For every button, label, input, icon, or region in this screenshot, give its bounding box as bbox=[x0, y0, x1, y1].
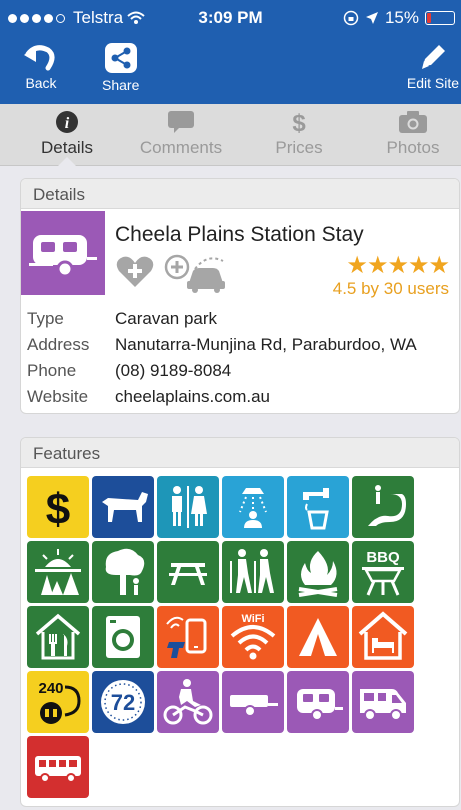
hiking-icon[interactable] bbox=[222, 541, 284, 603]
features-header: Features bbox=[21, 438, 459, 468]
motorhome-icon[interactable] bbox=[352, 671, 414, 733]
shade-tree-icon[interactable] bbox=[92, 541, 154, 603]
battery-percent: 15% bbox=[384, 8, 419, 27]
svg-text:$: $ bbox=[292, 110, 306, 134]
trailer-icon[interactable] bbox=[222, 671, 284, 733]
favourite-heart-icon[interactable] bbox=[115, 255, 155, 289]
wifi-icon-label: WiFi bbox=[241, 613, 264, 625]
bbq-icon[interactable]: BBQ bbox=[352, 541, 414, 603]
site-name: Cheela Plains Station Stay bbox=[115, 223, 364, 246]
detail-row-website[interactable]: Website cheelaplains.com.au bbox=[27, 387, 417, 413]
tab-prices-label: Prices bbox=[275, 138, 323, 157]
tab-comments-label: Comments bbox=[139, 138, 223, 157]
svg-text:$: $ bbox=[46, 485, 70, 532]
rating-stars: ★★★★★ bbox=[346, 252, 450, 279]
rating-text: 4.5 by 30 users bbox=[332, 279, 449, 298]
bbq-icon-label: BBQ bbox=[366, 549, 400, 566]
tab-bar: i Details Comments $ Prices Photos bbox=[0, 104, 461, 166]
detail-key: Address bbox=[27, 335, 90, 354]
detail-value[interactable]: (08) 9189-8084 bbox=[115, 361, 231, 387]
motorbike-icon[interactable] bbox=[157, 671, 219, 733]
tent-icon[interactable] bbox=[287, 606, 349, 668]
dollar-icon: $ bbox=[292, 110, 306, 134]
dollar-fee-icon[interactable]: $ bbox=[27, 476, 89, 538]
features-card: Features $ BBQ WiFi 240 72 bbox=[20, 437, 460, 807]
picnic-table-icon[interactable] bbox=[157, 541, 219, 603]
wifi-icon[interactable]: WiFi bbox=[222, 606, 284, 668]
detail-key: Type bbox=[27, 309, 64, 328]
back-button[interactable]: Back bbox=[22, 42, 60, 91]
details-card: Details Cheela Plains Station Stay ★★★★★… bbox=[20, 178, 460, 414]
detail-value[interactable]: cheelaplains.com.au bbox=[115, 387, 270, 413]
telstra-phone-icon[interactable] bbox=[157, 606, 219, 668]
max-stay-72-icon[interactable]: 72 bbox=[92, 671, 154, 733]
share-label: Share bbox=[102, 77, 140, 93]
camera-icon bbox=[399, 111, 427, 133]
tab-details[interactable]: i Details bbox=[12, 110, 122, 158]
location-icon bbox=[365, 12, 378, 24]
max-stay-72-icon-label: 72 bbox=[111, 690, 135, 715]
edit-site-label: Edit Site bbox=[406, 75, 459, 91]
details-rows: Type Caravan park Address Nanutarra-Munjin… bbox=[27, 309, 417, 413]
nav-bar: Back Share Edit Site bbox=[0, 38, 461, 102]
details-header: Details bbox=[21, 179, 459, 209]
share-icon bbox=[104, 43, 137, 73]
add-to-trip-icon[interactable] bbox=[163, 253, 227, 293]
caravan-icon[interactable] bbox=[287, 671, 349, 733]
tab-comments[interactable]: Comments bbox=[126, 110, 236, 158]
info-icon: i bbox=[56, 111, 78, 133]
drinking-water-icon[interactable] bbox=[287, 476, 349, 538]
share-button[interactable]: Share bbox=[102, 42, 139, 93]
svg-text:i: i bbox=[65, 115, 70, 132]
sunrise-trees-icon[interactable] bbox=[27, 541, 89, 603]
cabin-icon[interactable] bbox=[352, 606, 414, 668]
tab-photos[interactable]: Photos bbox=[358, 110, 461, 158]
caravan-type-icon bbox=[21, 211, 105, 295]
detail-key: Phone bbox=[27, 361, 77, 380]
back-arrow-icon bbox=[24, 45, 55, 71]
detail-key: Website bbox=[27, 387, 89, 406]
dump-point-icon[interactable] bbox=[352, 476, 414, 538]
laundry-icon[interactable] bbox=[92, 606, 154, 668]
detail-row-address[interactable]: Address Nanutarra-Munjina Rd, Paraburdoo,… bbox=[27, 335, 417, 361]
edit-site-button[interactable]: Edit Site bbox=[407, 42, 459, 91]
power-240-icon-label: 240 bbox=[38, 680, 63, 697]
detail-row-type: Type Caravan park bbox=[27, 309, 417, 335]
top-bar: Telstra 3:09 PM 15% Back Share Edit Site bbox=[0, 0, 461, 104]
dog-icon[interactable] bbox=[92, 476, 154, 538]
active-tab-indicator bbox=[58, 157, 76, 166]
pencil-icon bbox=[421, 45, 445, 69]
tab-photos-label: Photos bbox=[386, 138, 440, 157]
shower-icon[interactable] bbox=[222, 476, 284, 538]
detail-value[interactable]: Nanutarra-Munjina Rd, Paraburdoo, WA bbox=[115, 335, 417, 361]
bus-icon[interactable] bbox=[27, 736, 89, 798]
back-label: Back bbox=[25, 75, 57, 91]
status-bar: Telstra 3:09 PM 15% bbox=[0, 0, 461, 34]
tab-prices[interactable]: $ Prices bbox=[244, 110, 354, 158]
campfire-icon[interactable] bbox=[287, 541, 349, 603]
restaurant-icon[interactable] bbox=[27, 606, 89, 668]
battery-icon bbox=[425, 11, 455, 25]
tab-details-label: Details bbox=[41, 138, 93, 157]
toilets-icon[interactable] bbox=[157, 476, 219, 538]
rotation-lock-icon bbox=[343, 10, 359, 26]
power-240-icon[interactable]: 240 bbox=[27, 671, 89, 733]
speech-bubble-icon bbox=[168, 111, 194, 133]
detail-value: Caravan park bbox=[115, 309, 218, 328]
detail-row-phone[interactable]: Phone (08) 9189-8084 bbox=[27, 361, 417, 387]
